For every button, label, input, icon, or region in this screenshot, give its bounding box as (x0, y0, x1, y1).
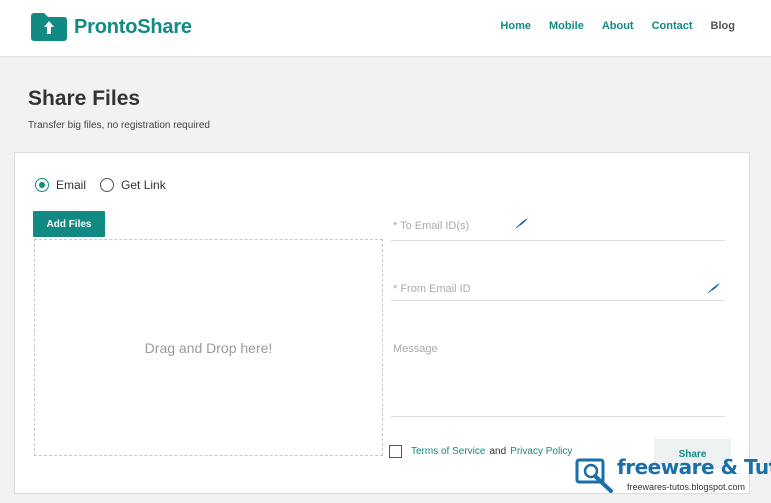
radio-email-label: Email (56, 178, 87, 192)
terms-of-service-link[interactable]: Terms of Service (411, 446, 485, 457)
feather-icon[interactable] (707, 281, 721, 295)
add-files-button[interactable]: Add Files (33, 211, 105, 237)
radio-get-link-indicator[interactable] (100, 178, 115, 192)
nav-blog[interactable]: Blog (711, 20, 735, 32)
privacy-policy-link[interactable]: Privacy Policy (510, 446, 572, 457)
from-email-input[interactable] (391, 277, 725, 301)
main-nav: Home Mobile About Contact Blog (482, 20, 735, 32)
page-title: Share Files (28, 87, 141, 110)
watermark-title: freeware & Tutos (617, 455, 771, 479)
nav-contact[interactable]: Contact (652, 20, 693, 32)
terms-checkbox[interactable] (389, 445, 402, 458)
radio-get-link[interactable]: Get Link (100, 178, 166, 192)
terms-row: Terms of Service and Privacy Policy (389, 445, 572, 458)
radio-email-indicator[interactable] (35, 178, 49, 192)
watermark-url: freewares-tutos.blogspot.com (627, 482, 746, 492)
nav-home[interactable]: Home (500, 20, 531, 32)
nav-about[interactable]: About (602, 20, 634, 32)
message-textarea[interactable] (391, 337, 725, 417)
terms-and-text: and (489, 446, 507, 457)
to-email-input[interactable] (391, 211, 725, 241)
page-subtitle: Transfer big files, no registration requ… (28, 120, 210, 131)
radio-email[interactable]: Email (35, 178, 86, 192)
feather-icon[interactable] (515, 216, 529, 230)
app-name: ProntoShare (74, 15, 192, 38)
folder-upload-icon (31, 13, 67, 41)
site-header: ProntoShare Home Mobile About Contact Bl… (0, 0, 771, 57)
drop-zone-text: Drag and Drop here! (144, 339, 273, 356)
share-mode-radio-group: Email Get Link (35, 178, 180, 192)
magnifier-icon (575, 458, 613, 493)
share-form-card: Email Get Link Add Files Drag and Drop h… (14, 152, 750, 494)
watermark: freeware & Tutos freewares-tutos.blogspo… (575, 455, 771, 501)
drop-zone[interactable]: Drag and Drop here! (34, 239, 383, 456)
radio-get-link-label: Get Link (121, 178, 166, 192)
nav-mobile[interactable]: Mobile (549, 20, 584, 32)
logo[interactable]: ProntoShare (30, 12, 192, 42)
